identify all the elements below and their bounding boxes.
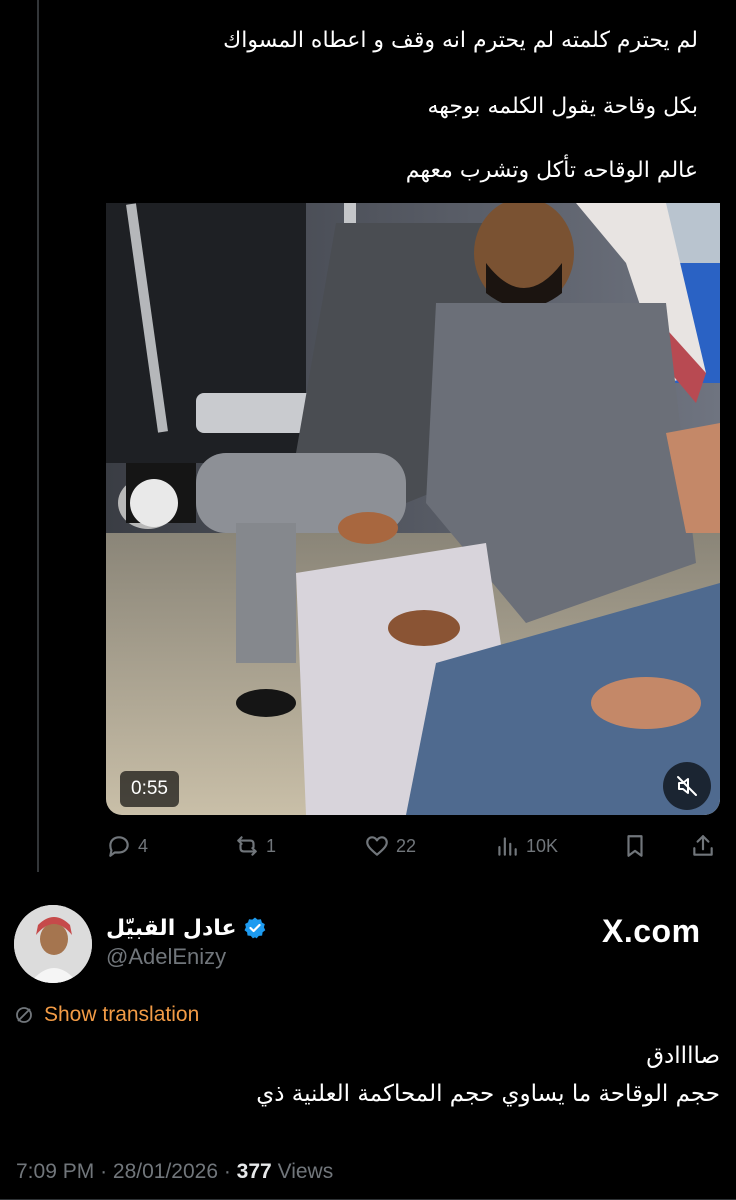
caption-line-2: بكل وقاحة يقول الكلمه بوجهه (427, 94, 698, 119)
video-player[interactable]: لم يحترم كلمته لم يحترم انه وقف و اعطاه … (106, 0, 720, 815)
meta-separator: · (100, 1160, 113, 1183)
show-translation-link[interactable]: Show translation (14, 1000, 199, 1030)
like-button[interactable]: 22 (364, 828, 416, 864)
thread-connector-line (37, 0, 39, 872)
reply-button[interactable]: 4 (106, 828, 148, 864)
repost-button[interactable]: 1 (234, 828, 276, 864)
bookmark-button[interactable] (622, 828, 648, 864)
show-translation-label: Show translation (44, 1003, 200, 1026)
tweet-views-label: Views (277, 1160, 334, 1183)
repost-icon (237, 836, 257, 856)
repost-count: 1 (266, 835, 277, 856)
mute-button[interactable] (663, 762, 711, 810)
verified-badge-icon (244, 917, 265, 939)
tweet-views-count: 377 (236, 1160, 272, 1183)
author-handle[interactable]: @AdelEnizy (106, 944, 226, 970)
author-avatar[interactable] (14, 905, 92, 983)
heart-icon (366, 836, 388, 856)
author-name-row[interactable]: عادل القبيّل (106, 911, 267, 945)
tweet-date[interactable]: 28/01/2026 (113, 1160, 218, 1183)
reply-count: 4 (138, 835, 149, 856)
x-com-source-label: X.com (602, 913, 701, 949)
share-button[interactable] (690, 828, 716, 864)
views-button[interactable]: 10K (494, 828, 558, 864)
bookmark-icon (627, 835, 643, 857)
video-caption-overlay: لم يحترم كلمته لم يحترم انه وقف و اعطاه … (106, 0, 720, 203)
tweet-action-bar: 4 1 22 10K (106, 828, 720, 864)
speaker-muted-icon (677, 776, 697, 796)
author-name: عادل القبيّل (106, 915, 237, 941)
tweet-text-line-2: حجم الوقاحة ما يساوي حجم المحاكمة العلني… (256, 1081, 720, 1107)
views-count: 10K (526, 835, 559, 856)
tweet-time[interactable]: 7:09 PM (16, 1160, 94, 1183)
tweet-text-line-1: صاااادق (646, 1043, 720, 1069)
tweet-meta-row: 7:09 PM · 28/01/2026 · 377 Views (16, 1160, 333, 1184)
caption-line-1: لم يحترم كلمته لم يحترم انه وقف و اعطاه … (223, 28, 698, 53)
video-frame-image (106, 203, 720, 815)
share-icon (693, 835, 713, 856)
video-duration-badge: 0:55 (120, 771, 179, 807)
meta-separator: · (223, 1160, 237, 1183)
caption-line-3: عالم الوقاحه تأكل وتشرب معهم (405, 158, 698, 183)
reply-icon (109, 836, 129, 857)
like-count: 22 (396, 835, 417, 856)
views-bar-chart-icon (498, 837, 517, 856)
avatar-photo (14, 905, 92, 983)
translate-globe-icon (16, 1007, 32, 1023)
